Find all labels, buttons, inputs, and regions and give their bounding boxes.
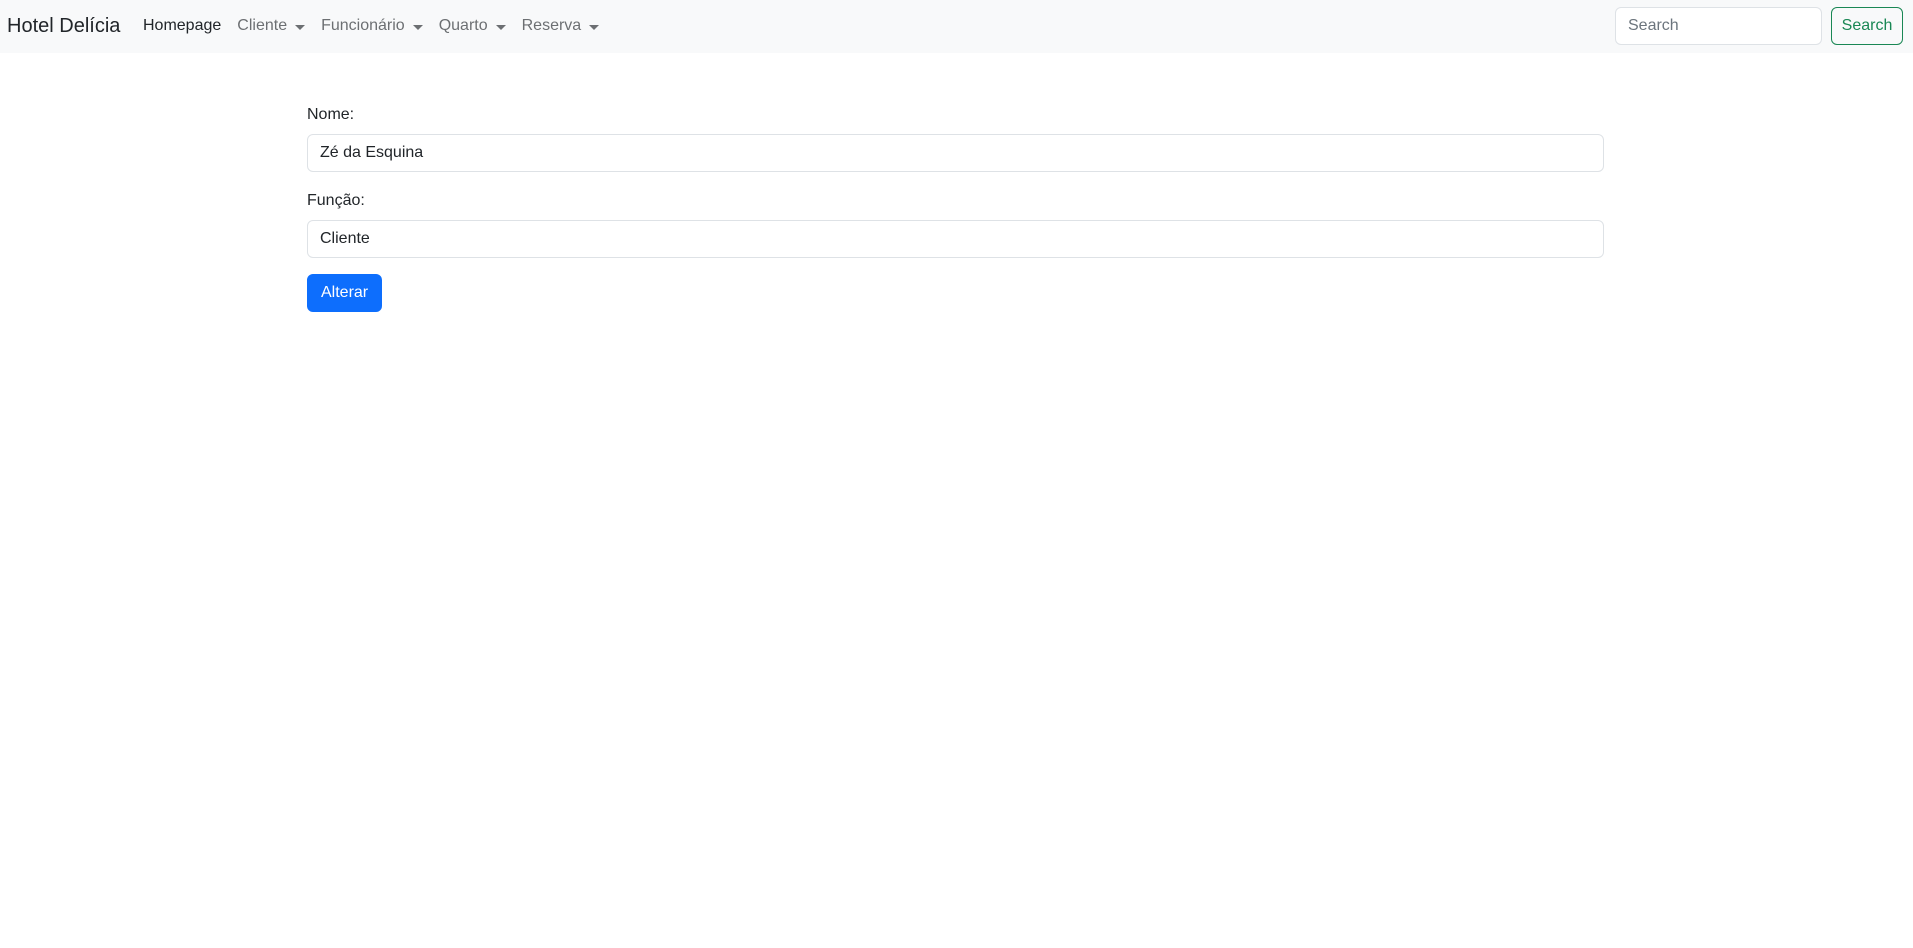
nav-item-label: Homepage [143,17,222,34]
nav-item-label: Reserva [521,17,582,34]
caret-down-icon [589,24,600,30]
nav-item-cliente[interactable]: Cliente [229,15,313,37]
nav-item-label: Cliente [237,17,288,34]
search-button[interactable]: Search [1831,7,1903,45]
nav-item-label: Funcionário [321,17,405,34]
funcao-input[interactable] [307,220,1604,258]
nav-item-quarto[interactable]: Quarto [431,15,514,37]
funcao-label: Função: [307,192,365,209]
nav-item-funcionario[interactable]: Funcionário [313,15,431,37]
nome-input[interactable] [307,134,1604,172]
nome-label: Nome: [307,106,355,123]
nav-item-homepage[interactable]: Homepage [135,15,229,37]
nav-menu: Homepage Cliente Funcionário Quarto Rese… [135,15,607,37]
alterar-button[interactable]: Alterar [307,274,383,312]
caret-down-icon [295,24,306,30]
search-input[interactable] [1615,7,1822,45]
caret-down-icon [412,24,423,30]
nav-item-label: Quarto [438,17,488,34]
nav-item-reserva[interactable]: Reserva [514,15,608,37]
navbar-brand[interactable]: Hotel Delícia [7,13,120,39]
edit-form: Nome: Função: Alterar [307,104,1604,312]
navbar: Hotel Delícia Homepage Cliente Funcionár… [0,0,1913,53]
caret-down-icon [495,24,506,30]
